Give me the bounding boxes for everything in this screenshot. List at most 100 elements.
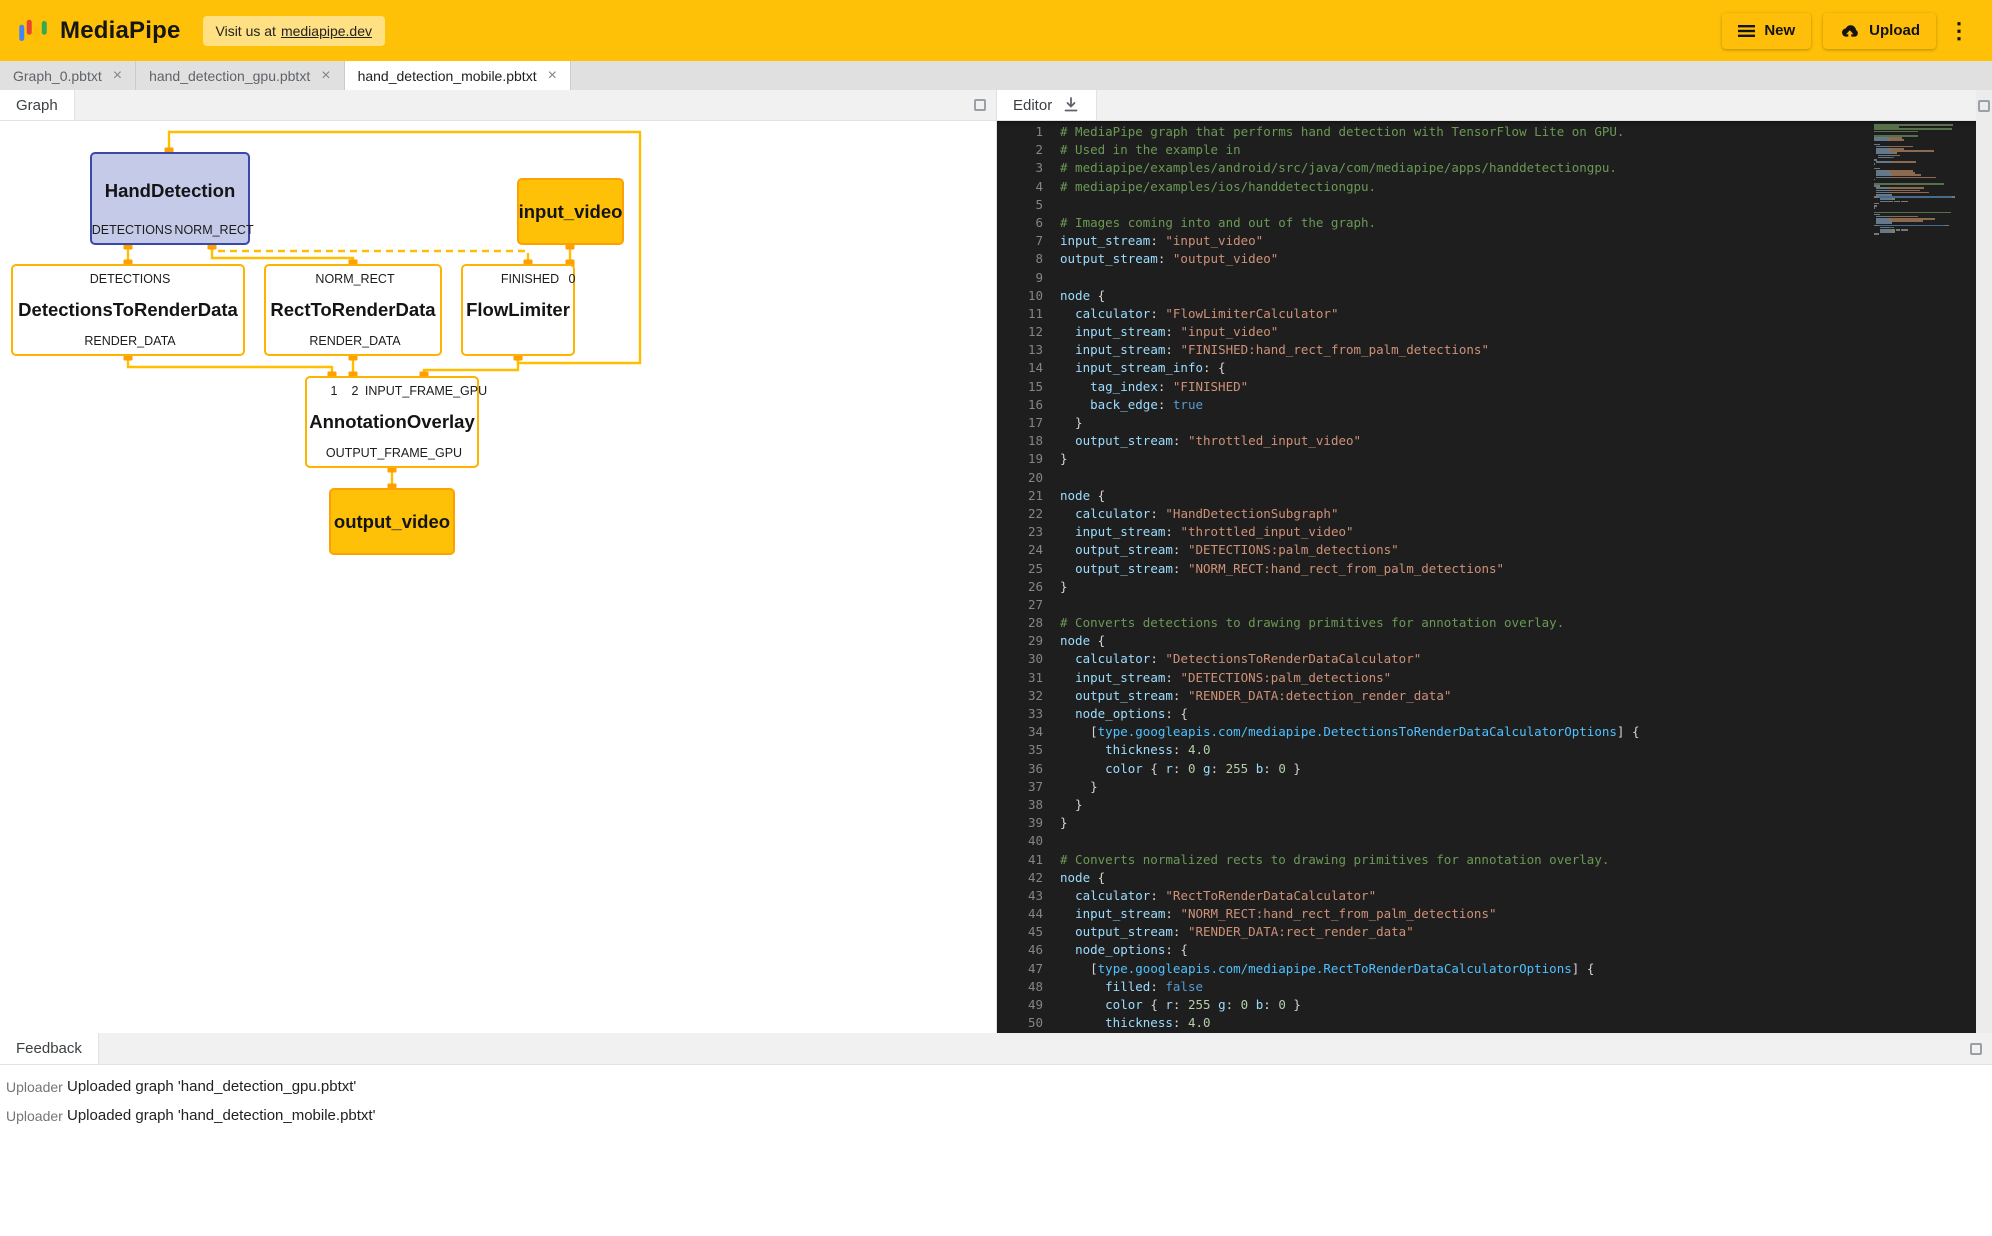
code-line: 7input_stream: "input_video" [997,232,1866,250]
code-text: } [1043,778,1098,796]
code-text [1043,596,1060,614]
close-tab-icon[interactable]: × [321,68,330,84]
code-text: } [1043,414,1083,432]
feedback-message: Uploaded graph 'hand_detection_mobile.pb… [67,1107,375,1124]
code-text: } [1043,578,1068,596]
code-text [1043,196,1060,214]
code-line: 49 color { r: 255 g: 0 b: 0 } [997,996,1866,1014]
feedback-subtab-row: Feedback [0,1033,1992,1065]
upload-button[interactable]: Upload [1823,13,1936,49]
code-text: node { [1043,869,1105,887]
graph-node-HandDetection[interactable]: HandDetectionDETECTIONSNORM_RECT [90,152,250,245]
graph-edges [0,121,996,1033]
new-button[interactable]: New [1722,13,1811,49]
graph-canvas[interactable]: HandDetectionDETECTIONSNORM_RECT input_vi… [0,121,996,1033]
code-text: calculator: "HandDetectionSubgraph" [1043,505,1338,523]
editor-panel: Editor 1# MediaPipe graph that performs … [997,90,1976,1033]
code-text: calculator: "DetectionsToRenderDataCalcu… [1043,650,1421,668]
feedback-expand-icon[interactable] [1970,1043,1982,1055]
code-line: 17 } [997,414,1866,432]
code-line: 1# MediaPipe graph that performs hand de… [997,123,1866,141]
editor-subtab-row: Editor [997,90,1976,121]
code-editor[interactable]: 1# MediaPipe graph that performs hand de… [997,121,1976,1033]
code-text [1043,832,1060,850]
code-text: node { [1043,487,1105,505]
code-line: 35 thickness: 4.0 [997,741,1866,759]
mediapipe-logo-icon [18,16,48,46]
line-number: 45 [997,923,1043,941]
tab-graph[interactable]: Graph [0,90,75,120]
port-label: RENDER_DATA [84,334,175,348]
graph-panel: Graph HandDetectionDETECTIONSNORM_RECT in… [0,90,997,1033]
file-tab[interactable]: hand_detection_gpu.pbtxt× [136,61,344,90]
code-line: 46 node_options: { [997,941,1866,959]
close-tab-icon[interactable]: × [113,68,122,84]
code-lines: 1# MediaPipe graph that performs hand de… [997,123,1866,1033]
port-label: INPUT_FRAME_GPU [365,384,487,398]
port-label: RENDER_DATA [309,334,400,348]
code-line: 8output_stream: "output_video" [997,250,1866,268]
graph-node-input_video[interactable]: input_video [517,178,624,245]
line-number: 26 [997,578,1043,596]
code-text: back_edge: true [1043,396,1203,414]
code-line: 45 output_stream: "RENDER_DATA:rect_rend… [997,923,1866,941]
graph-node-RectToRenderData[interactable]: RectToRenderDataNORM_RECTRENDER_DATA [264,264,442,356]
app-title: MediaPipe [60,17,181,45]
graph-expand-icon[interactable] [974,99,986,111]
feedback-row: UploaderUploaded graph 'hand_detection_g… [0,1072,1992,1101]
line-number: 50 [997,1014,1043,1032]
code-line: 12 input_stream: "input_video" [997,323,1866,341]
code-text: node { [1043,287,1105,305]
line-number: 25 [997,560,1043,578]
file-tab-bar: Graph_0.pbtxt×hand_detection_gpu.pbtxt×h… [0,61,1992,90]
code-text: thickness: 4.0 [1043,1014,1211,1032]
more-options-icon[interactable]: ⋮ [1936,18,1978,44]
download-button[interactable] [1062,96,1080,114]
code-line: 29node { [997,632,1866,650]
tab-editor[interactable]: Editor [997,90,1097,120]
main-split: Graph HandDetectionDETECTIONSNORM_RECT in… [0,90,1992,1033]
code-line: 2# Used in the example in [997,141,1866,159]
minimap[interactable] [1874,124,1962,236]
line-number: 11 [997,305,1043,323]
graph-node-title: AnnotationOverlay [307,411,477,433]
graph-node-title: HandDetection [92,180,248,202]
line-number: 12 [997,323,1043,341]
code-text: color { r: 255 g: 0 b: 0 } [1043,996,1301,1014]
line-number: 15 [997,378,1043,396]
code-line: 20 [997,469,1866,487]
feedback-tab-label: Feedback [16,1040,82,1057]
code-text: calculator: "RectToRenderDataCalculator" [1043,887,1376,905]
code-text [1043,269,1060,287]
line-number: 29 [997,632,1043,650]
line-number: 17 [997,414,1043,432]
graph-node-title: DetectionsToRenderData [13,299,243,321]
code-line: 9 [997,269,1866,287]
code-line: 23 input_stream: "throttled_input_video" [997,523,1866,541]
code-line: 26} [997,578,1866,596]
minimap-line [1874,233,1962,235]
code-line: 32 output_stream: "RENDER_DATA:detection… [997,687,1866,705]
line-number: 48 [997,978,1043,996]
code-text: output_stream: "output_video" [1043,250,1278,268]
code-line: 27 [997,596,1866,614]
graph-node-DetectionsToRenderData[interactable]: DetectionsToRenderDataDETECTIONSRENDER_D… [11,264,245,356]
editor-expand-icon[interactable] [1978,100,1990,112]
tab-feedback[interactable]: Feedback [0,1033,99,1064]
line-number: 21 [997,487,1043,505]
graph-node-output_video[interactable]: output_video [329,488,455,555]
close-tab-icon[interactable]: × [548,68,557,84]
file-tab[interactable]: hand_detection_mobile.pbtxt× [345,61,571,90]
code-text: [type.googleapis.com/mediapipe.RectToRen… [1043,960,1594,978]
graph-node-FlowLimiter[interactable]: FlowLimiterFINISHED0 [461,264,575,356]
line-number: 22 [997,505,1043,523]
line-number: 8 [997,250,1043,268]
cloud-upload-icon [1839,23,1860,39]
graph-node-AnnotationOverlay[interactable]: AnnotationOverlay12INPUT_FRAME_GPUOUTPUT… [305,376,479,468]
visit-link[interactable]: mediapipe.dev [281,23,372,39]
file-tab[interactable]: Graph_0.pbtxt× [0,61,136,90]
code-text: output_stream: "NORM_RECT:hand_rect_from… [1043,560,1504,578]
code-text: tag_index: "FINISHED" [1043,378,1248,396]
code-line: 38 } [997,796,1866,814]
line-number: 40 [997,832,1043,850]
